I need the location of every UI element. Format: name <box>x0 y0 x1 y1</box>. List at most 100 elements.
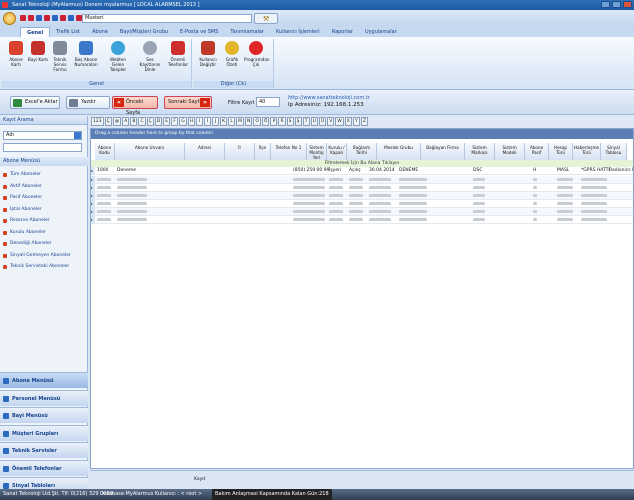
abone-menu-item[interactable]: Aktif Aboneler <box>3 184 42 190</box>
main-menu-button[interactable]: Personel Menüsü <box>0 389 88 406</box>
search-field-combo[interactable]: Adı <box>3 131 82 140</box>
tab-6[interactable]: Kullanıcı İşlemleri <box>270 27 326 37</box>
ses-kayitlari-button[interactable]: Ses Kayıtlarını Dinle <box>138 41 162 72</box>
excel-export-button[interactable]: Excel'e Aktar <box>10 96 60 109</box>
abone-menu-item[interactable]: Denediği Aboneler <box>3 241 52 247</box>
table-row[interactable]: ▸ <box>91 184 633 192</box>
qat-icon-3[interactable] <box>36 15 42 21</box>
letter-button[interactable]: B <box>130 117 138 126</box>
column-header[interactable]: Hesap Türü <box>549 143 573 160</box>
letter-button[interactable]: N <box>245 117 253 126</box>
letter-button[interactable]: U <box>310 117 318 126</box>
column-header[interactable]: İl <box>225 143 255 160</box>
letter-button[interactable]: T <box>302 117 310 126</box>
letter-button[interactable]: F <box>171 117 179 126</box>
letter-button[interactable]: Ç <box>146 117 154 126</box>
prev-page-button[interactable]: «Önceki Sayfa <box>112 96 158 116</box>
webten-talepler-button[interactable]: Webten Gelen Talepler <box>106 41 130 72</box>
column-header[interactable]: Haberleşme Türü <box>573 143 601 160</box>
qat-icon-6[interactable] <box>60 15 66 21</box>
letter-button[interactable]: 123 <box>91 117 104 126</box>
letter-button[interactable]: G <box>179 117 187 126</box>
tab-3[interactable]: Bayi/Müşteri Grubu <box>114 27 174 37</box>
maximize-button[interactable] <box>612 1 621 8</box>
close-button[interactable] <box>623 1 632 8</box>
letter-button[interactable]: Y <box>352 117 360 126</box>
quick-search-combo[interactable]: Musteri <box>82 14 252 23</box>
column-header[interactable]: Sinyal Tablosu <box>601 143 627 160</box>
column-header[interactable]: Sistem Montaj Yeri <box>307 143 327 160</box>
column-header[interactable]: Bağlayan Firma <box>421 143 465 160</box>
main-menu-button[interactable]: Abone Menüsü <box>0 372 88 388</box>
bos-abone-button[interactable]: Boş Abone Numaraları <box>74 41 98 67</box>
letter-button[interactable]: V <box>327 117 335 126</box>
letter-button[interactable]: E <box>163 117 171 126</box>
column-header[interactable]: Telefon No 1 <box>271 143 307 160</box>
next-page-button[interactable]: Sonraki Sayfa» <box>164 96 212 109</box>
programdan-cik-button[interactable]: Programdan Çık <box>244 41 270 67</box>
kullanici-degistir-button[interactable]: Kullanıcı Değiştir <box>196 41 220 67</box>
letter-button[interactable]: L <box>228 117 236 126</box>
table-row[interactable]: ▸ <box>91 192 633 200</box>
column-header[interactable]: Sistem Modeli <box>495 143 525 160</box>
website-link[interactable]: http://www.sanatteknoloji.com.tr <box>288 95 370 101</box>
tab-1[interactable]: Trafik List <box>50 27 86 37</box>
letter-button[interactable]: X <box>344 117 352 126</box>
tab-0[interactable]: Genel <box>20 27 51 37</box>
tools-icon[interactable]: ⚒ <box>254 13 278 24</box>
onemli-telefonlar-button[interactable]: Önemli Telefonlar <box>166 41 190 67</box>
qat-icon-1[interactable] <box>20 15 26 21</box>
letter-button[interactable]: Ö <box>261 117 270 126</box>
letter-button[interactable]: O <box>253 117 261 126</box>
tab-7[interactable]: Raporlar <box>326 27 359 37</box>
column-header[interactable]: Sistem Markası <box>465 143 495 160</box>
letter-button[interactable]: Ü <box>318 117 327 126</box>
search-input[interactable] <box>3 143 82 152</box>
print-button[interactable]: Yazdır <box>66 96 110 109</box>
minimize-button[interactable] <box>601 1 610 8</box>
tab-2[interactable]: Abone <box>86 27 114 37</box>
letter-button[interactable]: K <box>220 117 228 126</box>
table-row[interactable]: ▸ <box>91 176 633 184</box>
column-header[interactable]: Abone Kodu <box>95 143 115 160</box>
letter-button[interactable]: J <box>212 117 220 126</box>
letter-button[interactable]: R <box>278 117 286 126</box>
letter-button[interactable]: A <box>122 117 130 126</box>
main-menu-button[interactable]: Müşteri Grupları <box>0 424 88 441</box>
column-header[interactable]: Meslek Grubu <box>377 143 421 160</box>
abone-menu-item[interactable]: Sinyali Gelmeyen Aboneler <box>3 253 71 259</box>
letter-button[interactable]: İ <box>204 117 212 126</box>
column-header[interactable]: Abone Unvanı <box>115 143 185 160</box>
abone-menu-item[interactable]: Pasif Aboneler <box>3 195 42 201</box>
main-menu-button[interactable]: Önemli Telefonlar <box>0 459 88 476</box>
letter-button[interactable]: H <box>187 117 196 126</box>
abone-menu-item[interactable]: İptal Aboneler <box>3 207 42 213</box>
letter-button[interactable]: C <box>138 117 146 126</box>
grafik-ozeti-button[interactable]: Grafik Özeti <box>220 41 244 67</box>
bayi-karti-button[interactable]: Bayi Kartı <box>26 41 50 62</box>
abone-menu-item[interactable]: Rezerve Aboneler <box>3 218 50 224</box>
letter-button[interactable]: I <box>196 117 204 126</box>
qat-icon-7[interactable] <box>68 15 74 21</box>
qat-icon-4[interactable] <box>44 15 50 21</box>
abone-karti-button[interactable]: Abone Kartı <box>4 41 28 67</box>
teknik-servis-button[interactable]: Teknik Servis Formu <box>48 41 72 72</box>
tab-4[interactable]: E-Posta ve SMS <box>174 27 224 37</box>
filter-record-input[interactable]: 40 <box>256 97 280 107</box>
filter-row[interactable]: Filtrelemek İçin Bu Alana Tıklayın <box>91 160 633 167</box>
column-header[interactable]: Abone Pasif <box>525 143 549 160</box>
abone-menu-item[interactable]: Teknik Servisteki Aboneler <box>3 264 69 270</box>
abone-menu-item[interactable]: Tüm Aboneler <box>3 172 41 178</box>
letter-button[interactable]: P <box>270 117 278 126</box>
table-row[interactable]: ▸ 1000 Deneme (850) 259 00 99 İşyeri Açı… <box>91 167 633 175</box>
table-row[interactable]: ▸ <box>91 200 633 208</box>
letter-button[interactable]: M <box>236 117 244 126</box>
column-header[interactable]: Bağlantı Tarihi <box>347 143 377 160</box>
tab-5[interactable]: Tanımlamalar <box>224 27 270 37</box>
column-header[interactable]: Kurulu / Kapalı <box>327 143 347 160</box>
letter-button[interactable]: Ç <box>104 117 112 126</box>
letter-button[interactable]: Z <box>360 117 368 126</box>
letter-button[interactable]: Ş <box>294 117 302 126</box>
column-header[interactable]: Adresi <box>185 143 225 160</box>
abone-menu-item[interactable]: Kurulu Aboneler <box>3 230 46 236</box>
